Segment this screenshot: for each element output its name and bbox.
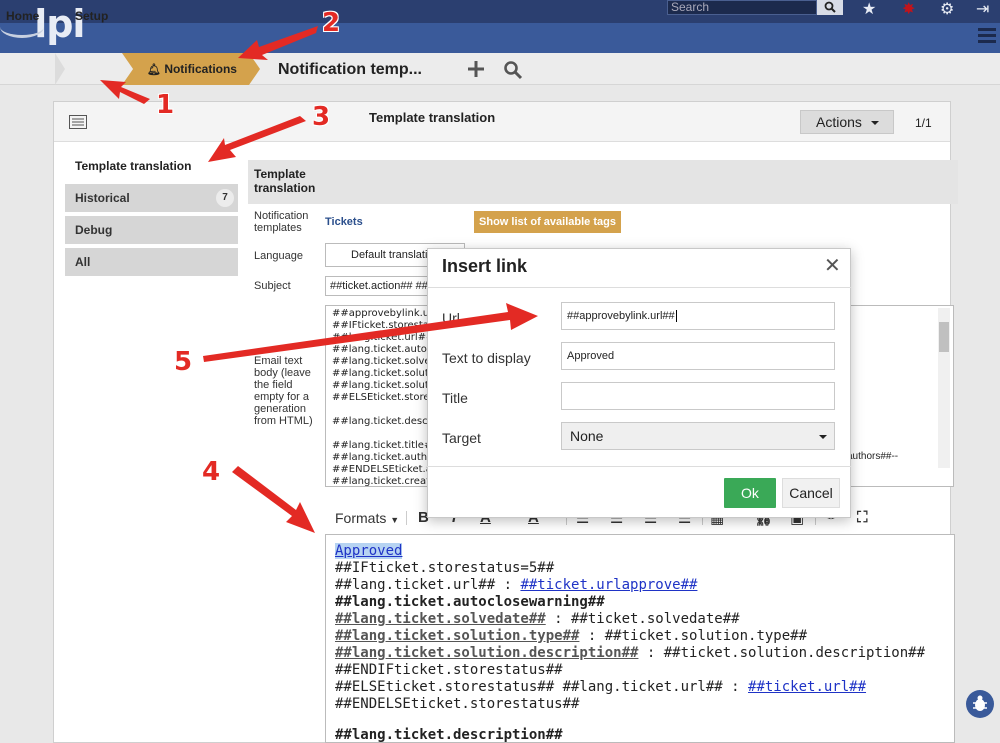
arrow-5 bbox=[203, 303, 538, 362]
arrow-2 bbox=[238, 26, 318, 60]
annotation-number: 1 bbox=[156, 90, 175, 120]
annotation-number: 2 bbox=[322, 8, 341, 38]
arrow-1 bbox=[100, 80, 150, 104]
annotation-number: 3 bbox=[312, 102, 331, 132]
annotation-number: 5 bbox=[174, 347, 193, 377]
annotation-arrows bbox=[100, 26, 538, 533]
arrow-3 bbox=[208, 116, 306, 162]
annotation-number: 4 bbox=[202, 457, 221, 487]
arrow-4 bbox=[232, 466, 315, 533]
